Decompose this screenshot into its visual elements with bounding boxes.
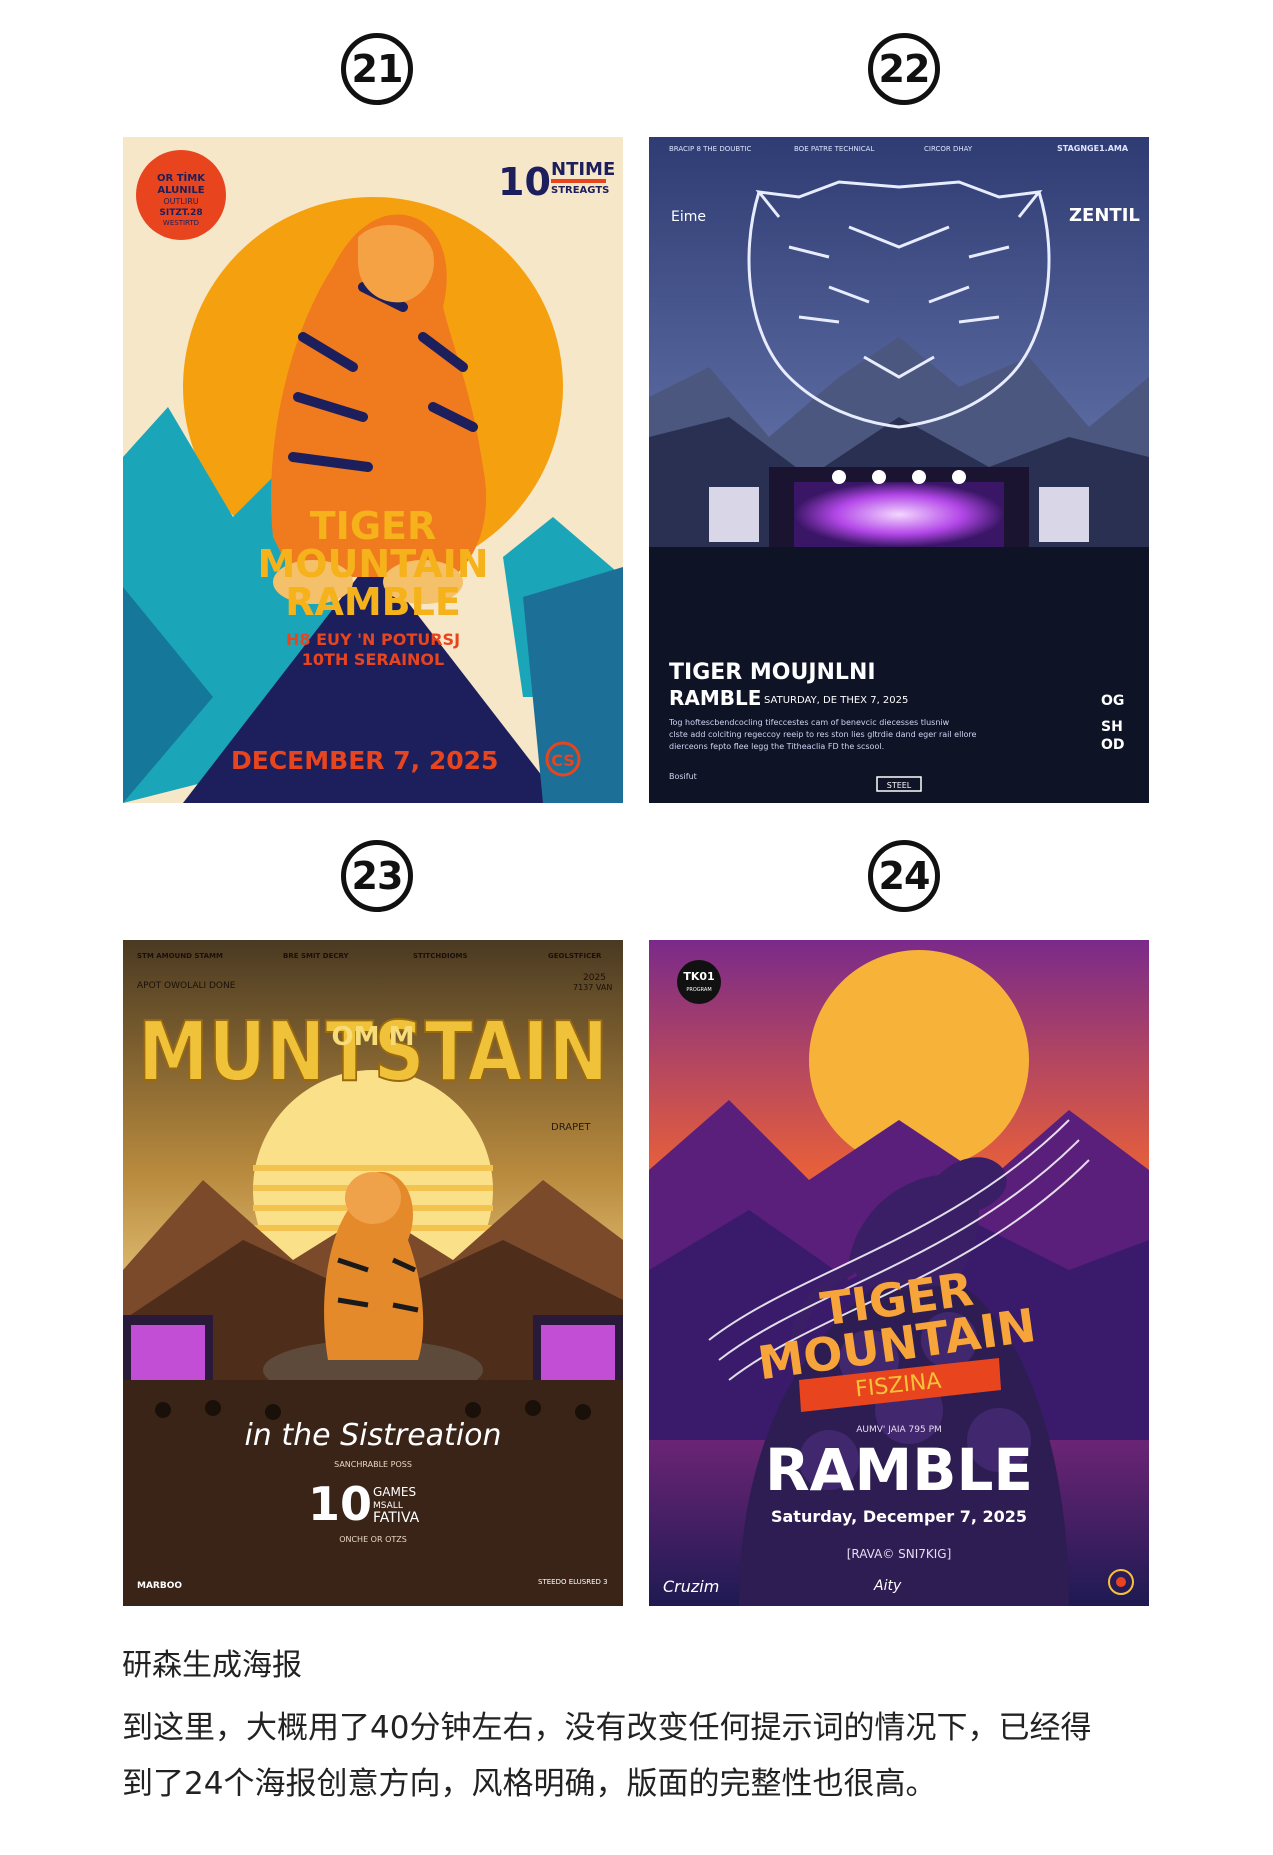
p24-sign-mid: Aity: [873, 1578, 902, 1594]
p23-script: in the Sistreation: [244, 1418, 501, 1453]
p23-foot-right: STEEDO ELUSRED 3: [538, 1578, 608, 1586]
p21-badge-word: NTIME: [551, 159, 615, 180]
p23-sub-left: APOT OWOLALI DONE: [137, 981, 236, 991]
p21-corner-line4: SITZT.28: [159, 208, 202, 218]
p22-side-3: OD: [1101, 737, 1125, 753]
p21-corner-line3: OUTLIRU: [163, 197, 198, 206]
p21-corner-line2: ALUNILE: [157, 185, 204, 196]
p22-brand-left: Eime: [671, 209, 706, 225]
p22-body-line3: dierceons fepto flee legg the Titheaclia…: [669, 742, 884, 751]
p22-side-2: SH: [1101, 719, 1123, 735]
p24-date: Saturday, Decemper 7, 2025: [771, 1507, 1027, 1526]
p22-brand-right: ZENTIL: [1069, 205, 1140, 226]
p22-body-line1: Tog hoftescbendcocling tifeccestes cam o…: [668, 718, 950, 727]
p21-logo: CS: [551, 751, 575, 770]
p23-side-right: DRAPET: [551, 1122, 591, 1133]
p23-big-number: 10: [308, 1477, 372, 1531]
poster-number-badge-23: 23: [341, 840, 413, 912]
p22-body-line2: clste add colciting regeccoy reeip to re…: [669, 730, 977, 739]
p22-top-mid2: CIRCOR DHAY: [924, 145, 973, 153]
p21-badge-sub: STREAGTS: [551, 185, 609, 196]
poster-23: STM AMOUND STAMM BRE SMIT DECRY STITCHDI…: [123, 940, 623, 1606]
p22-foot-logo: STEEL: [887, 781, 912, 790]
image-caption: 研森生成海报: [122, 1648, 302, 1683]
poster-number-badge-22: 22: [868, 33, 940, 105]
p22-title-line2: RAMBLE: [669, 686, 761, 710]
paragraph-line-1: 到这里，大概用了40分钟左右，没有改变任何提示词的情况下，已经得: [122, 1710, 1092, 1746]
p23-year: 2025: [583, 973, 606, 983]
poster-22: BRACIP 8 THE DOUBTIC BOE PATRE TECHNICAL…: [649, 137, 1149, 803]
p22-top-mid1: BOE PATRE TECHNICAL: [794, 145, 874, 153]
p22-side-1: OG: [1101, 693, 1124, 709]
p23-top-2: BRE SMIT DECRY: [283, 952, 350, 960]
p21-badge-number: 10: [498, 160, 551, 204]
p21-subtitle-line2: 10TH SERAINOL: [302, 650, 444, 669]
p24-foot-mid: [RAVA© SNI7KIG]: [847, 1547, 952, 1561]
p21-date: DECEMBER 7, 2025: [231, 746, 498, 775]
p22-top-right: STAGNGE1.AMA: [1057, 144, 1129, 153]
p24-sign-left: Cruzim: [663, 1577, 719, 1596]
p23-tag2: ONCHE OR OTZS: [339, 1535, 407, 1544]
p23-year-sub: 7137 VAN: [573, 983, 612, 992]
article-paragraph: 到这里，大概用了40分钟左右，没有改变任何提示词的情况下，已经得 到了24个海报…: [122, 1700, 1162, 1812]
p21-title-line3: RAMBLE: [285, 580, 461, 624]
p23-games-line1: GAMES: [373, 1485, 416, 1499]
paragraph-line-2: 到了24个海报创意方向，风格明确，版面的完整性也很高。: [122, 1766, 937, 1802]
p21-corner-line1: OR TİMK: [157, 170, 206, 184]
p23-foot-left: MARBOO: [137, 1581, 182, 1591]
p24-small-line: AUMV' JAIA 795 PM: [856, 1425, 942, 1435]
poster-21: OR TİMK ALUNILE OUTLIRU SITZT.28 WESTIRT…: [123, 137, 623, 803]
p21-corner-line5: WESTIRTD: [163, 219, 199, 227]
p23-top-4: GEOLSTFICER: [548, 952, 602, 960]
p22-title-line1: TIGER MOUJNLNI: [669, 660, 876, 685]
p24-corner-sub: PROGRAM: [686, 987, 711, 993]
p22-foot-left: Bosifut: [669, 772, 697, 781]
poster-number-badge-21: 21: [341, 33, 413, 105]
p24-corner-top: TK01: [683, 970, 714, 983]
p21-subtitle-line1: H8 EUY 'N POTURSJ: [286, 630, 460, 649]
p23-top-3: STITCHDIOMS: [413, 952, 468, 960]
p23-top-1: STM AMOUND STAMM: [137, 952, 223, 960]
poster-number-badge-24: 24: [868, 840, 940, 912]
p23-games-line3: FATIVA: [373, 1510, 420, 1526]
p23-title: MUNTSTAIN: [138, 1005, 608, 1100]
poster-24: TK01 PROGRAM TIGER MOUNTAIN FISZINA AUMV…: [649, 940, 1149, 1606]
p22-top-left: BRACIP 8 THE DOUBTIC: [669, 145, 751, 153]
p24-title-line3: RAMBLE: [765, 1436, 1033, 1504]
p22-title-line2-small: SATURDAY, DE THEX 7, 2025: [764, 695, 908, 706]
p23-tag: SANCHRABLE POSS: [334, 1460, 412, 1469]
p23-title-overlay: OM M: [332, 1022, 415, 1052]
